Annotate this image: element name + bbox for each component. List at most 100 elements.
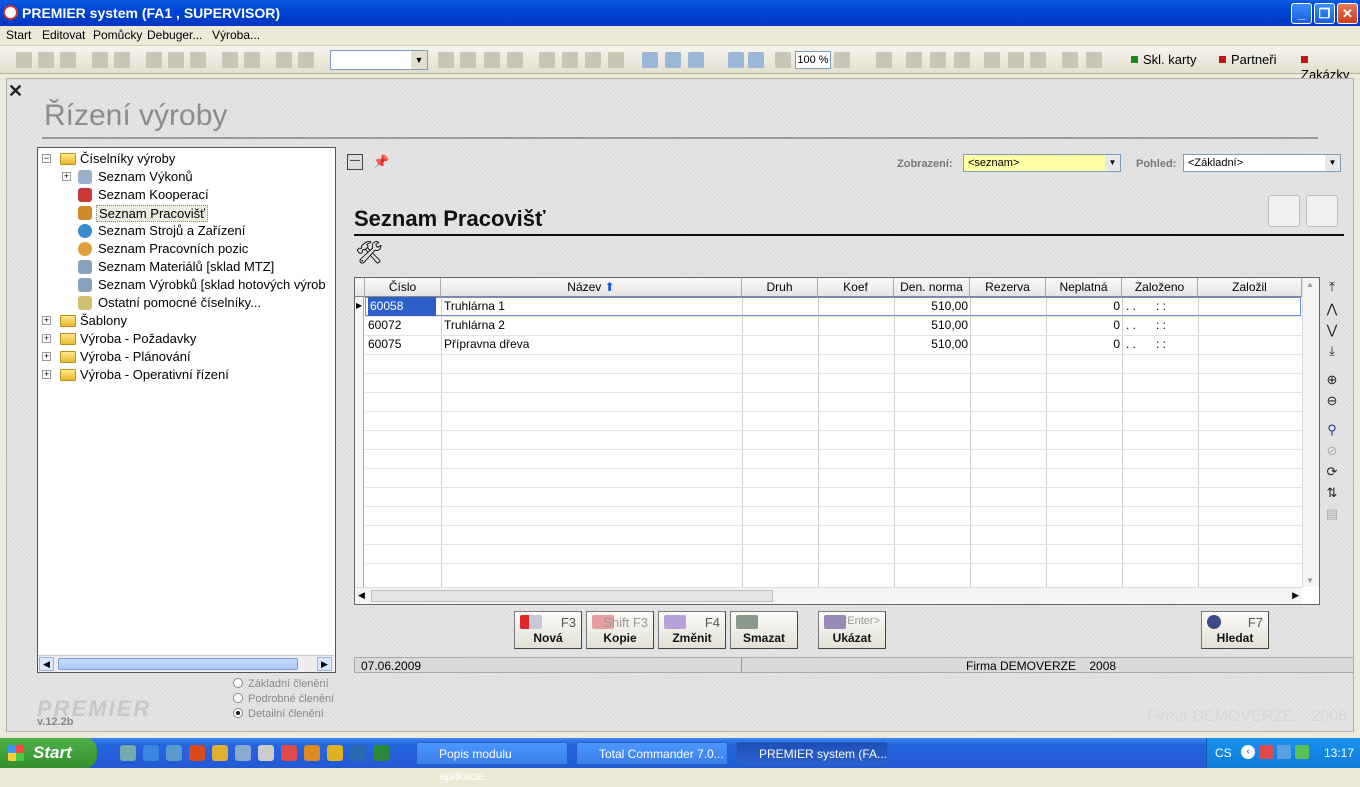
tool-icon[interactable]: [906, 52, 922, 68]
clipboard-icon[interactable]: ▤: [1323, 505, 1341, 523]
next-page-icon[interactable]: ⋁: [1323, 321, 1341, 339]
pin-icon[interactable]: 📌: [373, 154, 389, 170]
app-icon[interactable]: [3, 5, 18, 20]
tree-node-operativni[interactable]: + Výroba - Operativní řízení: [42, 367, 322, 384]
zobrazeni-select[interactable]: <seznam> ▼: [963, 154, 1121, 172]
tool-icon[interactable]: [438, 52, 454, 68]
nova-button[interactable]: F3 Nová: [514, 611, 582, 649]
menu-editovat[interactable]: Editovat: [42, 28, 85, 42]
close-window-button[interactable]: ✕: [1337, 3, 1358, 24]
quicklaunch-icon[interactable]: [189, 745, 205, 761]
tool-icon[interactable]: [954, 52, 970, 68]
cell-cislo[interactable]: 60072: [368, 316, 436, 335]
chevron-down-icon[interactable]: ▼: [1105, 155, 1120, 171]
tool-icon[interactable]: [484, 52, 500, 68]
quicklaunch-icon[interactable]: [120, 745, 136, 761]
firefox-icon[interactable]: [304, 745, 320, 761]
cell-cislo[interactable]: 60058: [368, 297, 436, 316]
start-button[interactable]: Start: [0, 738, 97, 768]
clock[interactable]: 13:17: [1324, 746, 1354, 760]
quicklaunch-icon[interactable]: [166, 745, 182, 761]
chevron-down-icon[interactable]: ▼: [1325, 155, 1340, 171]
menu-pomucky[interactable]: Pomůcky: [93, 28, 142, 42]
tree-horizontal-scrollbar[interactable]: ◀ ▶: [38, 655, 334, 672]
menu-debuger[interactable]: Debuger...: [147, 28, 202, 42]
table-row[interactable]: 60058 Truhlárna 1 510,00 0 . . : :: [365, 297, 1301, 316]
column-header-cislo[interactable]: Číslo: [365, 278, 441, 297]
table-row[interactable]: 60075 Přípravna dřeva 510,00 0 . . : :: [365, 335, 1301, 354]
book-icon[interactable]: [642, 52, 658, 68]
cell-den-norma[interactable]: 510,00: [896, 297, 968, 316]
filter-icon[interactable]: ⊘: [1323, 442, 1341, 460]
tree-node-pozice[interactable]: Seznam Pracovních pozic: [78, 241, 328, 258]
zmenit-button[interactable]: F4 Změnit: [658, 611, 726, 649]
refresh-icon[interactable]: ⟳: [1323, 463, 1341, 481]
open-icon[interactable]: [38, 52, 54, 68]
column-header-zalozeno[interactable]: Založeno: [1122, 278, 1198, 297]
cell-neplatna[interactable]: 0: [1048, 316, 1120, 335]
smazat-button[interactable]: Smazat: [730, 611, 798, 649]
table-row[interactable]: 60072 Truhlárna 2 510,00 0 . . : :: [365, 316, 1301, 335]
printer-icon[interactable]: [1306, 195, 1338, 227]
column-header-neplatna[interactable]: Neplatná: [1046, 278, 1122, 297]
prev-page-icon[interactable]: ⋀: [1323, 300, 1341, 318]
cell-zalozeno[interactable]: . . : :: [1126, 297, 1198, 316]
tool-icon[interactable]: [876, 52, 892, 68]
exclamation-icon[interactable]: [276, 52, 292, 68]
minimize-panel-icon[interactable]: —: [347, 154, 363, 170]
column-header-koef[interactable]: Koef: [818, 278, 894, 297]
collapse-icon[interactable]: −: [42, 154, 51, 163]
quicklaunch-icon[interactable]: [258, 745, 274, 761]
link-skl-karty[interactable]: Skl. karty: [1131, 52, 1196, 67]
scroll-up-icon[interactable]: ▲: [1306, 280, 1314, 289]
pohled-select[interactable]: <Základní> ▼: [1183, 154, 1341, 172]
cell-den-norma[interactable]: 510,00: [896, 316, 968, 335]
zoom-field[interactable]: 100 %: [795, 51, 831, 69]
language-indicator[interactable]: CS: [1215, 746, 1232, 760]
tray-icon[interactable]: [1259, 745, 1273, 759]
maximize-button[interactable]: ❐: [1314, 3, 1335, 24]
column-header-rezerva[interactable]: Rezerva: [970, 278, 1046, 297]
show-hidden-icon[interactable]: ‹: [1241, 745, 1255, 759]
tool-icon[interactable]: [460, 52, 476, 68]
toolbar-combo[interactable]: ▼: [330, 50, 428, 70]
scrollbar-thumb[interactable]: [58, 658, 298, 670]
cell-nazev[interactable]: Přípravna dřeva: [444, 335, 740, 354]
tool-icon[interactable]: [585, 52, 601, 68]
paste-icon[interactable]: [190, 52, 206, 68]
cell-den-norma[interactable]: 510,00: [896, 335, 968, 354]
column-header-den-norma[interactable]: Den. norma: [894, 278, 970, 297]
expand-icon[interactable]: +: [42, 316, 51, 325]
column-header-druh[interactable]: Druh: [742, 278, 818, 297]
quicklaunch-icon[interactable]: [235, 745, 251, 761]
cell-zalozeno[interactable]: . . : :: [1126, 335, 1198, 354]
expand-icon[interactable]: +: [42, 352, 51, 361]
copy-icon[interactable]: [168, 52, 184, 68]
folder-icon[interactable]: [665, 52, 681, 68]
task-premier-system[interactable]: PREMIER system (FA...: [736, 742, 888, 765]
last-record-icon[interactable]: ⤓: [1323, 342, 1341, 360]
task-popis-modulu[interactable]: Popis modulu aplikace...: [416, 742, 568, 783]
menu-start[interactable]: Start: [6, 28, 31, 42]
scroll-right-icon[interactable]: ▶: [1292, 590, 1299, 601]
excel-icon[interactable]: [373, 745, 389, 761]
cell-zalozeno[interactable]: . . : :: [1126, 316, 1198, 335]
chevron-down-icon[interactable]: ▼: [411, 51, 427, 69]
zoom-out-icon[interactable]: ⊖: [1323, 392, 1341, 410]
cell-neplatna[interactable]: 0: [1048, 297, 1120, 316]
kopie-button[interactable]: Shift F3 Kopie: [586, 611, 654, 649]
view-icon[interactable]: [748, 52, 764, 68]
tree-node-ostatni[interactable]: Ostatní pomocné číselníky...: [78, 295, 328, 312]
grid-vertical-scrollbar[interactable]: ▲ ▼: [1302, 278, 1319, 587]
expand-icon[interactable]: +: [42, 334, 51, 343]
cell-cislo[interactable]: 60075: [368, 335, 436, 354]
quicklaunch-icon[interactable]: [212, 745, 228, 761]
save-icon[interactable]: [60, 52, 76, 68]
cell-neplatna[interactable]: 0: [1048, 335, 1120, 354]
expand-icon[interactable]: +: [42, 370, 51, 379]
radio-podrobne[interactable]: Podrobné členění: [233, 693, 334, 705]
view-icon[interactable]: [728, 52, 744, 68]
expand-icon[interactable]: +: [62, 172, 71, 181]
search-icon[interactable]: ⚲: [1323, 421, 1341, 439]
task-total-commander[interactable]: Total Commander 7.0...: [576, 742, 728, 765]
